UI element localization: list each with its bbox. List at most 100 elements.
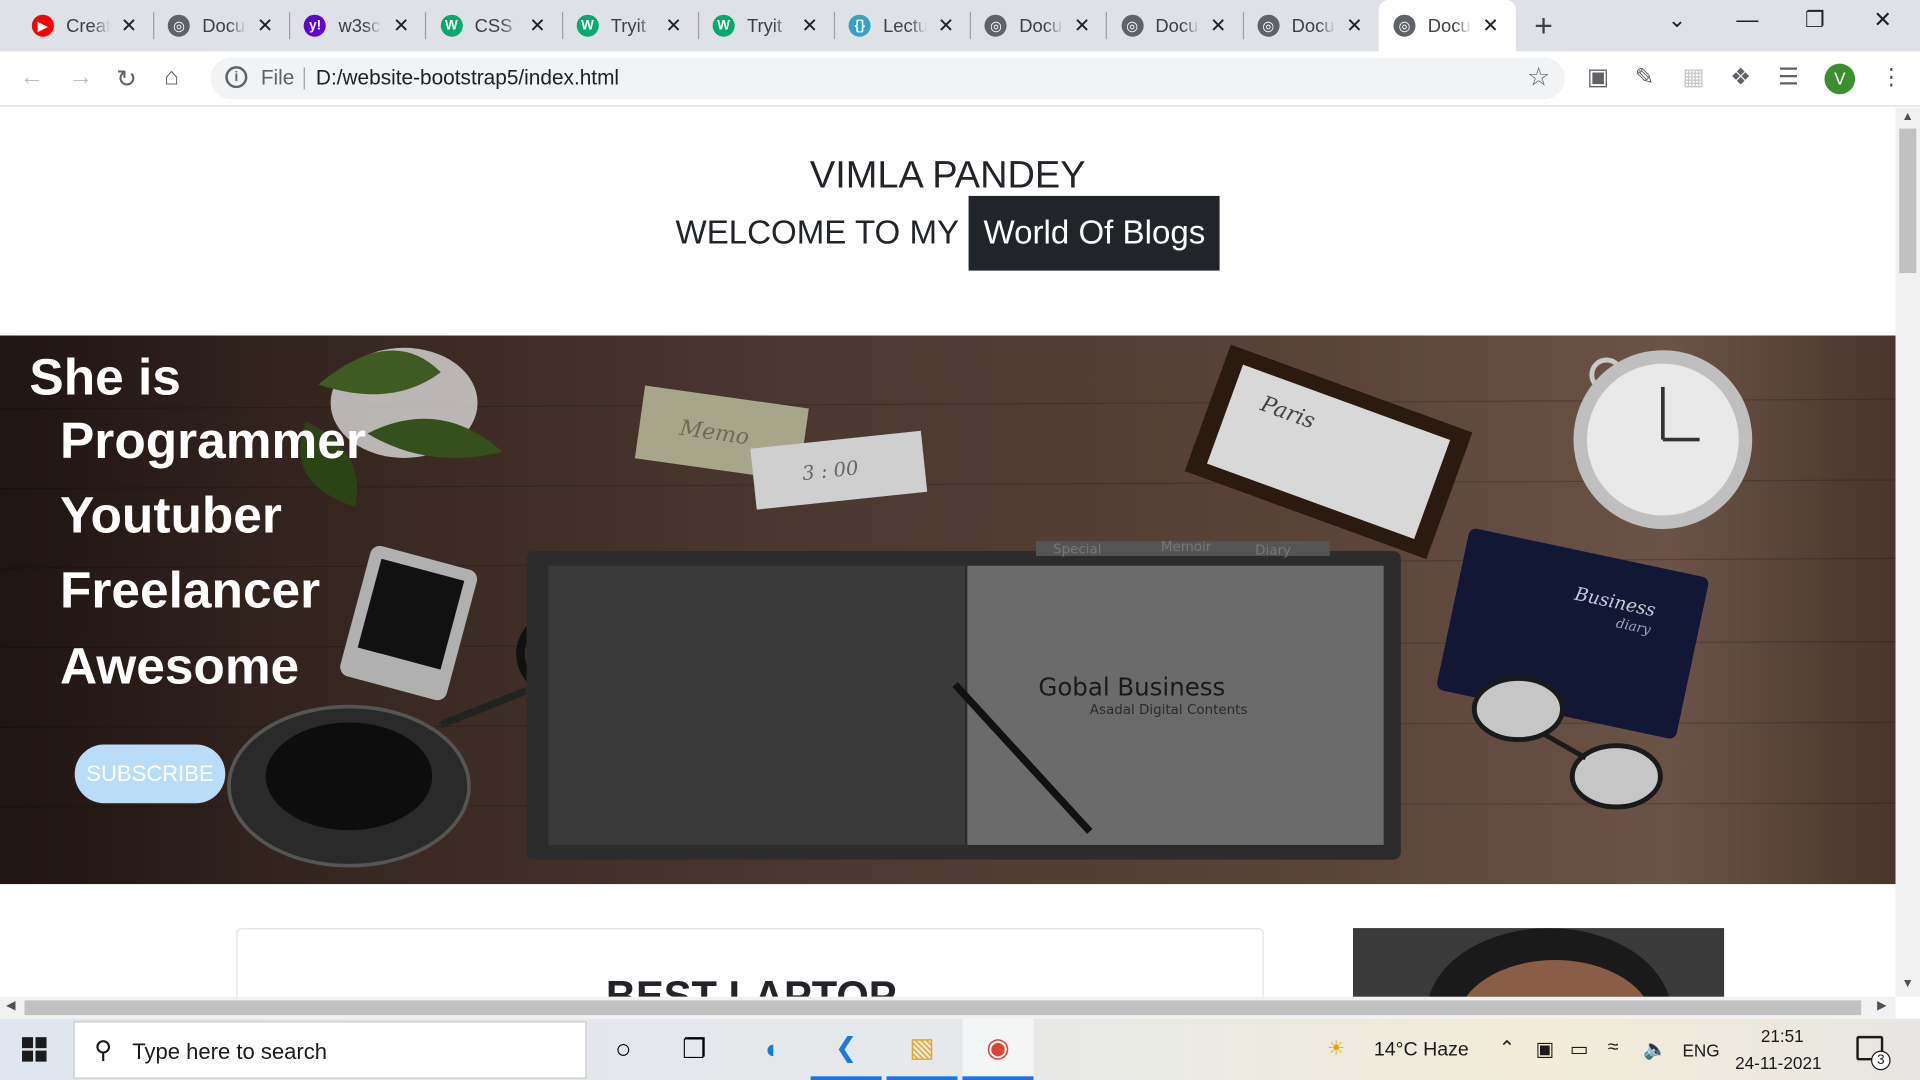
volume-icon[interactable]: 🔈 [1643, 1037, 1667, 1061]
browser-tab[interactable]: ◎ Docu ✕ [153, 0, 291, 51]
clock-date[interactable]: 24-11-2021 [1735, 1053, 1821, 1073]
browser-tab[interactable]: {} Lectu ✕ [834, 0, 972, 51]
vscode-icon[interactable]: ❮ [810, 1019, 882, 1080]
close-tab-icon[interactable]: ✕ [393, 13, 409, 37]
browser-tab[interactable]: W Tryit ✕ [698, 0, 836, 51]
chrome-icon[interactable]: ◉ [962, 1018, 1034, 1080]
show-hidden-icons-chevron-icon[interactable]: ⌃ [1499, 1036, 1515, 1060]
page-viewport: VIMLA PANDEY WELCOME TO MY World Of Blog… [0, 107, 1896, 997]
weather-text[interactable]: 14°C Haze [1374, 1040, 1469, 1062]
hero-role: Youtuber [60, 486, 282, 544]
forward-button[interactable]: → [69, 64, 93, 92]
browser-tab[interactable]: ◎ Docu ✕ [1243, 0, 1380, 51]
extension-eyedropper-icon[interactable]: ✎ [1635, 64, 1654, 92]
edge-browser-icon[interactable]: ◖ [735, 1019, 806, 1080]
hero-role: Freelancer [60, 560, 321, 619]
extension-grid-icon[interactable]: ▦ [1682, 64, 1704, 92]
open-book-icon: Special Memoir Diary Gobal Business Asad… [526, 540, 1401, 860]
globe-icon: ◎ [167, 14, 191, 37]
url-text[interactable]: D:/website-bootstrap5/index.html [316, 66, 619, 90]
close-tab-icon[interactable]: ✕ [1074, 13, 1090, 37]
clock-time[interactable]: 21:51 [1761, 1026, 1804, 1046]
browser-tab[interactable]: ◎ Docu ✕ [1378, 0, 1516, 52]
windows-start-icon[interactable] [22, 1037, 47, 1062]
subscribe-button[interactable]: SUBSCRIBE [74, 744, 226, 804]
close-tab-icon[interactable]: ✕ [529, 13, 545, 37]
browser-tab[interactable]: W CSS f ✕ [426, 0, 563, 51]
world-of-blogs-badge: World Of Blogs [968, 195, 1220, 271]
close-window-button[interactable]: ✕ [1873, 7, 1891, 33]
globe-icon: ◎ [1121, 14, 1144, 37]
menu-kebab-icon[interactable]: ⋮ [1880, 64, 1903, 92]
reload-button[interactable]: ↻ [116, 64, 137, 95]
svg-text:Diary: Diary [1255, 544, 1291, 559]
tab-title: Docu [1427, 15, 1471, 37]
close-tab-icon[interactable]: ✕ [938, 13, 954, 37]
profile-avatar[interactable]: V [1824, 63, 1856, 95]
weather-icon[interactable]: ☀ [1327, 1036, 1345, 1060]
extensions-puzzle-icon[interactable]: ❖ [1730, 64, 1751, 92]
media-control-icon[interactable]: ☰ [1778, 64, 1799, 92]
svg-text:Memoir: Memoir [1161, 540, 1212, 555]
scroll-up-arrow-icon[interactable]: ▲ [1902, 110, 1914, 123]
tab-search-icon[interactable]: ⌄ [1668, 7, 1686, 33]
new-tab-button[interactable]: + [1534, 7, 1553, 45]
tab-title: Lectu [883, 15, 928, 37]
welcome-row: WELCOME TO MY World Of Blogs [0, 195, 1896, 271]
tab-title: w3sc [338, 15, 381, 37]
site-info-icon[interactable]: i [225, 66, 248, 89]
omnibox-divider [303, 67, 305, 90]
language-indicator[interactable]: ENG [1682, 1041, 1719, 1061]
extension-pocket-icon[interactable]: ▣ [1587, 64, 1609, 92]
restore-button[interactable]: ❐ [1805, 7, 1825, 33]
horizontal-scroll-thumb[interactable] [24, 1000, 1862, 1016]
vertical-scroll-thumb[interactable] [1899, 128, 1917, 274]
battery-icon[interactable]: ▭ [1570, 1037, 1589, 1061]
scroll-left-arrow-icon[interactable]: ◀ [6, 999, 15, 1012]
taskbar-search-box[interactable]: ⚲ Type here to search [73, 1021, 587, 1079]
w3schools-icon: W [576, 14, 599, 37]
phone-icon [340, 545, 478, 701]
close-tab-icon[interactable]: ✕ [121, 13, 137, 37]
close-tab-icon[interactable]: ✕ [257, 13, 273, 37]
task-view-icon[interactable]: ❐ [659, 1019, 730, 1080]
wifi-icon[interactable]: ≈ [1608, 1037, 1619, 1059]
card-title: BEST LAPTOP [605, 973, 897, 997]
close-tab-icon[interactable]: ✕ [802, 13, 818, 37]
windows-taskbar: ⚲ Type here to search ○ ❐ ◖ ❮ ▧ ◉ ☀ 14°C… [0, 1018, 1920, 1080]
globe-icon: ◎ [1393, 14, 1416, 37]
back-button[interactable]: ← [20, 64, 44, 92]
omnibox[interactable]: i File D:/website-bootstrap5/index.html … [210, 57, 1565, 100]
browser-tab[interactable]: y! w3sc ✕ [289, 0, 427, 51]
browser-tab[interactable]: W Tryit ✕ [562, 0, 699, 51]
cortana-icon[interactable]: ○ [588, 1019, 659, 1080]
search-icon: ⚲ [94, 1037, 113, 1065]
close-tab-icon[interactable]: ✕ [665, 13, 681, 37]
bookmark-star-icon[interactable]: ☆ [1527, 62, 1550, 93]
svg-text:Gobal Business: Gobal Business [1038, 673, 1225, 702]
globe-icon: ◎ [1257, 14, 1280, 37]
tab-title: Docu [202, 15, 246, 37]
browser-toolbar: ← → ↻ ⌂ i File D:/website-bootstrap5/ind… [0, 51, 1920, 107]
browser-tab[interactable]: ◎ Docu ✕ [1106, 0, 1244, 51]
file-explorer-icon[interactable]: ▧ [886, 1019, 958, 1080]
search-placeholder: Type here to search [132, 1039, 328, 1065]
horizontal-scrollbar[interactable]: ◀ ▶ [0, 996, 1896, 1019]
hero-role: Programmer [60, 411, 366, 469]
browser-tab[interactable]: ◎ Docu ✕ [970, 0, 1108, 51]
close-tab-icon[interactable]: ✕ [1346, 13, 1362, 37]
w3schools-icon: W [440, 14, 463, 37]
home-button[interactable]: ⌂ [164, 64, 179, 92]
meet-now-icon[interactable]: ▣ [1536, 1037, 1555, 1061]
close-tab-icon[interactable]: ✕ [1210, 13, 1226, 37]
person-photo-icon [1353, 928, 1725, 997]
scroll-down-arrow-icon[interactable]: ▼ [1902, 977, 1914, 990]
tab-title: Docu [1019, 15, 1063, 37]
w3schools-icon: W [712, 14, 735, 37]
welcome-text: WELCOME TO MY [675, 214, 960, 252]
minimize-button[interactable]: — [1736, 7, 1758, 33]
browser-tab[interactable]: ▶ Creat ✕ [17, 0, 155, 51]
close-tab-icon[interactable]: ✕ [1482, 13, 1498, 37]
vertical-scrollbar[interactable]: ▲ ▼ [1895, 107, 1920, 997]
scroll-right-arrow-icon[interactable]: ▶ [1877, 999, 1886, 1012]
